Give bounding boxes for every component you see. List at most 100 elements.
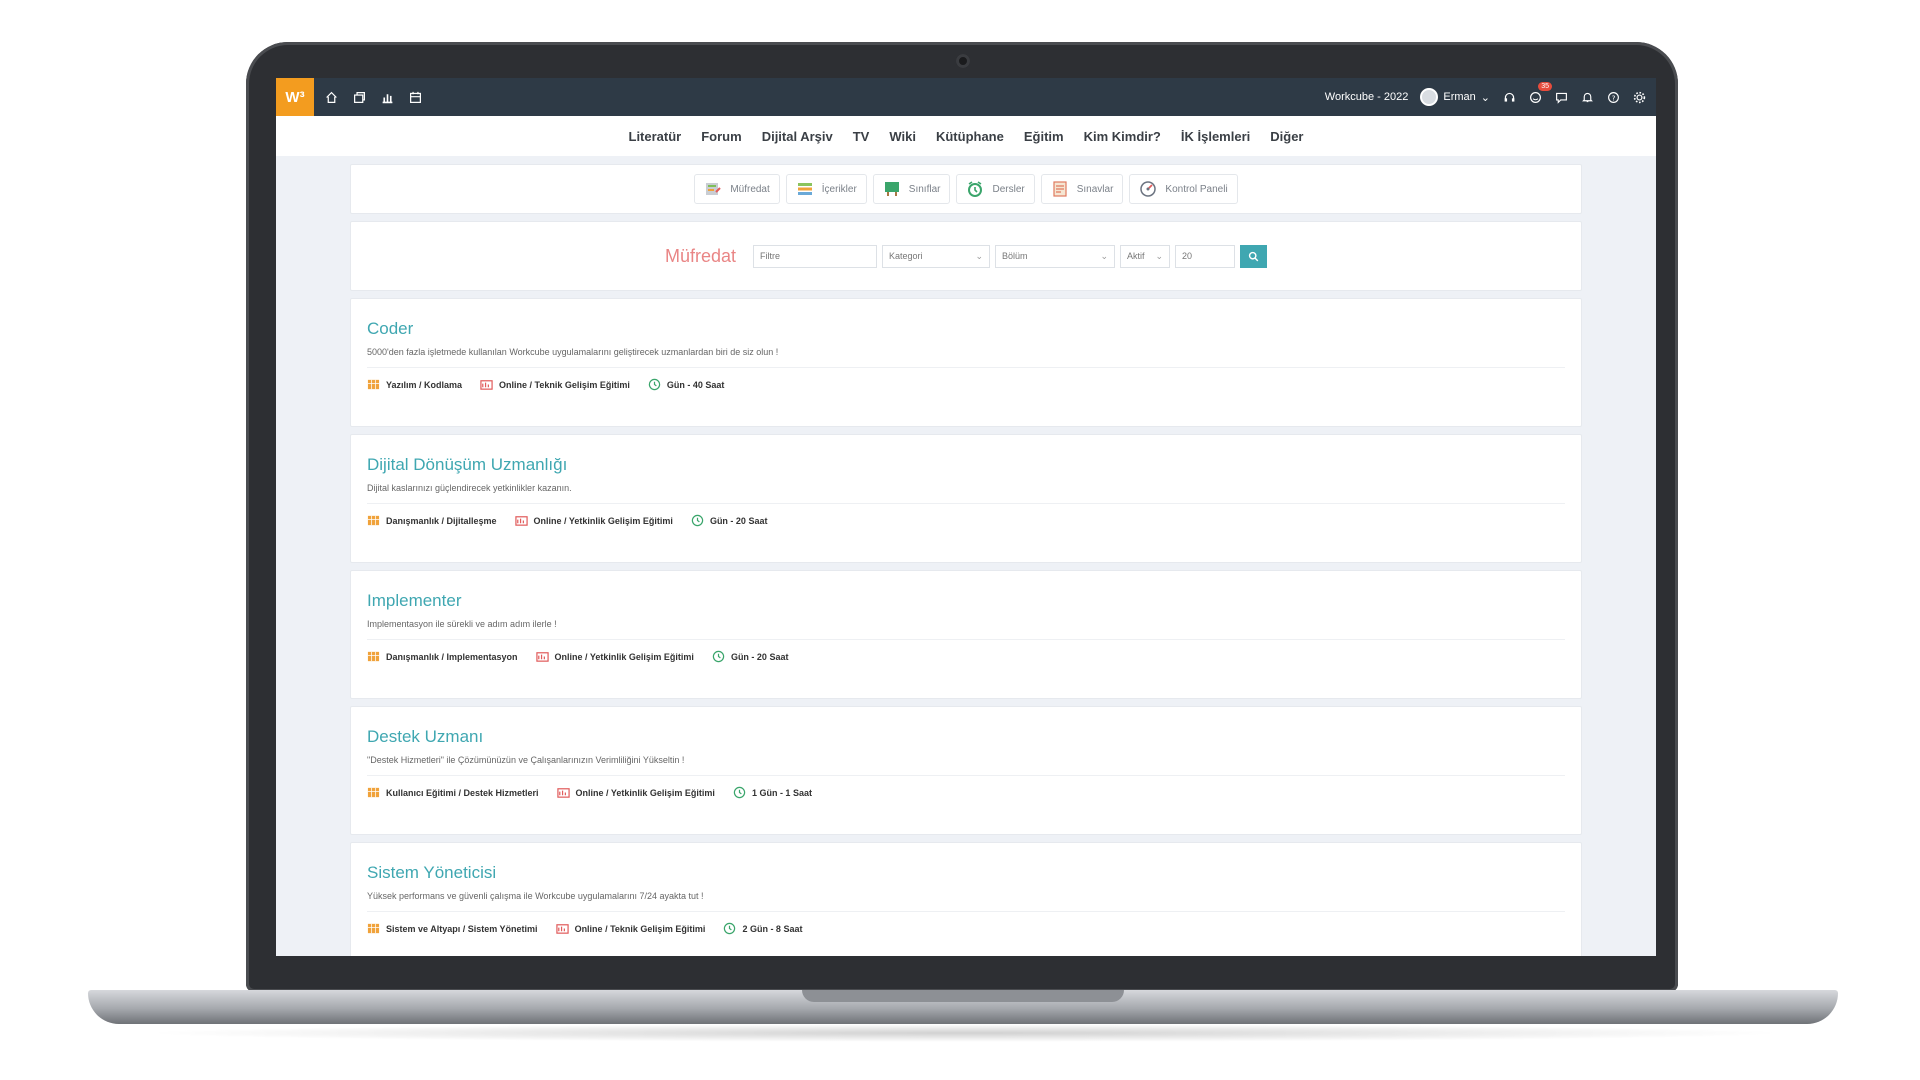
meta-text: Danışmanlık / Implementasyon [386,651,518,662]
tab-icerikler[interactable]: İçerikler [785,174,867,204]
status-select[interactable]: Aktif ⌄ [1120,244,1171,268]
nav-dijital-arsiv[interactable]: Dijital Arşiv [762,129,833,144]
chevron-down-icon: ⌄ [1155,250,1164,261]
list-item[interactable]: Implementer Implementasyon ile sürekli v… [350,570,1582,699]
list-item[interactable]: Dijital Dönüşüm Uzmanlığı Dijital kaslar… [350,434,1582,563]
item-title[interactable]: Implementer [367,591,1565,611]
item-meta: Sistem ve Altyapı / Sistem Yönetimi Onli… [367,922,1565,935]
meta-text: Gün - 20 Saat [709,515,768,526]
item-category: Yazılım / Kodlama [367,378,462,391]
home-icon[interactable] [324,90,338,104]
camera-icon [956,54,970,68]
item-description: Implementasyon ile sürekli ve adım adım … [367,619,1565,640]
list-item[interactable]: Coder 5000'den fazla işletmede kullanıla… [350,298,1582,427]
meta-text: Online / Teknik Gelişim Eğitimi [499,379,630,390]
laptop-shadow [140,1024,1790,1042]
meta-text: Yazılım / Kodlama [386,379,463,390]
tab-label: Sınıflar [908,183,941,195]
nav-diger[interactable]: Diğer [1270,129,1303,144]
nav-tv[interactable]: TV [853,129,870,144]
meta-text: 1 Gün - 1 Saat [751,787,812,798]
filter-bar: Müfredat Kategori ⌄ Bölüm ⌄ Aktif ⌄ [350,221,1582,291]
tab-dersler[interactable]: Dersler [956,174,1035,204]
clock-icon [733,786,746,799]
notification-badge: 35 [1538,82,1552,91]
chevron-down-icon: ⌄ [1480,91,1490,104]
section-select[interactable]: Bölüm ⌄ [995,244,1116,268]
item-description: 5000'den fazla işletmede kullanılan Work… [367,347,1565,368]
meta-text: Online / Teknik Gelişim Eğitimi [574,923,706,934]
item-meta: Danışmanlık / Implementasyon Online / Ye… [367,650,1565,663]
tab-mufredat[interactable]: Müfredat [694,174,780,204]
item-title[interactable]: Coder [367,319,1565,339]
chat-icon[interactable] [1554,90,1568,104]
meta-text: Danışmanlık / Dijitalleşme [386,515,497,526]
select-value: Kategori [889,251,923,261]
item-type: Online / Teknik Gelişim Eğitimi [555,922,706,935]
nav-literatur[interactable]: Literatür [629,129,682,144]
meta-text: 2 Gün - 8 Saat [742,923,803,934]
category-icon [367,786,380,799]
item-duration: Gün - 40 Saat [648,378,725,391]
category-icon [367,650,380,663]
top-shortcuts [324,90,422,104]
item-description: Yüksek performans ve güvenli çalışma ile… [367,891,1565,912]
bell-icon[interactable] [1580,90,1594,104]
nav-kutuphane[interactable]: Kütüphane [936,129,1004,144]
classes-icon [883,180,901,198]
item-meta: Danışmanlık / Dijitalleşme Online / Yetk… [367,514,1565,527]
item-description: Dijital kaslarınızı güçlendirecek yetkin… [367,483,1565,504]
search-icon [1248,251,1259,261]
filter-input[interactable] [753,244,878,268]
clock-icon [723,922,736,935]
list-item[interactable]: Destek Uzmanı "Destek Hizmetleri" ile Çö… [350,706,1582,835]
headset-icon[interactable] [1502,90,1516,104]
item-title[interactable]: Dijital Dönüşüm Uzmanlığı [367,455,1565,475]
contents-icon [796,180,814,198]
tab-sinavlar[interactable]: Sınavlar [1040,174,1124,204]
item-category: Danışmanlık / Dijitalleşme [367,514,497,527]
box-icon[interactable] [352,90,366,104]
tab-label: Dersler [992,183,1025,195]
item-duration: 2 Gün - 8 Saat [723,922,802,935]
nav-ik-islemleri[interactable]: İK İşlemleri [1181,129,1250,144]
select-value: Bölüm [1002,251,1028,261]
category-icon [367,922,380,935]
type-icon [555,922,569,935]
gear-icon[interactable] [1632,90,1646,104]
item-title[interactable]: Destek Uzmanı [367,727,1565,747]
item-category: Kullanıcı Eğitimi / Destek Hizmetleri [367,786,539,799]
nav-wiki[interactable]: Wiki [889,129,916,144]
clock-icon [691,514,704,527]
nav-forum[interactable]: Forum [701,129,741,144]
meta-text: Online / Yetkinlik Gelişim Eğitimi [554,651,694,662]
nav-egitim[interactable]: Eğitim [1024,129,1064,144]
search-button[interactable] [1240,244,1268,268]
list-item[interactable]: Sistem Yöneticisi Yüksek performans ve g… [350,842,1582,956]
chart-icon[interactable] [380,90,394,104]
item-meta: Kullanıcı Eğitimi / Destek Hizmetleri On… [367,786,1565,799]
item-duration: 1 Gün - 1 Saat [733,786,812,799]
calendar-icon[interactable] [408,90,422,104]
lessons-icon [966,180,984,198]
nav-kim-kimdir[interactable]: Kim Kimdir? [1084,129,1161,144]
top-bar: W³ Workcube - 2022 Erman ⌄ 35 ? [276,78,1656,116]
meta-text: Online / Yetkinlik Gelişim Eğitimi [575,787,715,798]
clock-icon [712,650,725,663]
app-logo[interactable]: W³ [276,78,314,116]
meta-text: Gün - 40 Saat [666,379,725,390]
item-description: "Destek Hizmetleri" ile Çözümünüzün ve Ç… [367,755,1565,776]
user-menu[interactable]: Erman ⌄ [1420,88,1490,106]
count-input[interactable] [1175,244,1236,268]
tab-label: İçerikler [821,183,857,195]
item-type: Online / Yetkinlik Gelişim Eğitimi [556,786,715,799]
help-icon[interactable]: ? [1606,90,1620,104]
tab-kontrol-paneli[interactable]: Kontrol Paneli [1129,174,1238,204]
notifications-smile-icon[interactable]: 35 [1528,82,1552,104]
tab-siniflar[interactable]: Sınıflar [872,174,951,204]
tab-label: Kontrol Paneli [1165,183,1228,195]
user-name: Erman [1443,91,1476,103]
meta-text: Sistem ve Altyapı / Sistem Yönetimi [386,923,538,934]
category-select[interactable]: Kategori ⌄ [882,244,991,268]
item-title[interactable]: Sistem Yöneticisi [367,863,1565,883]
